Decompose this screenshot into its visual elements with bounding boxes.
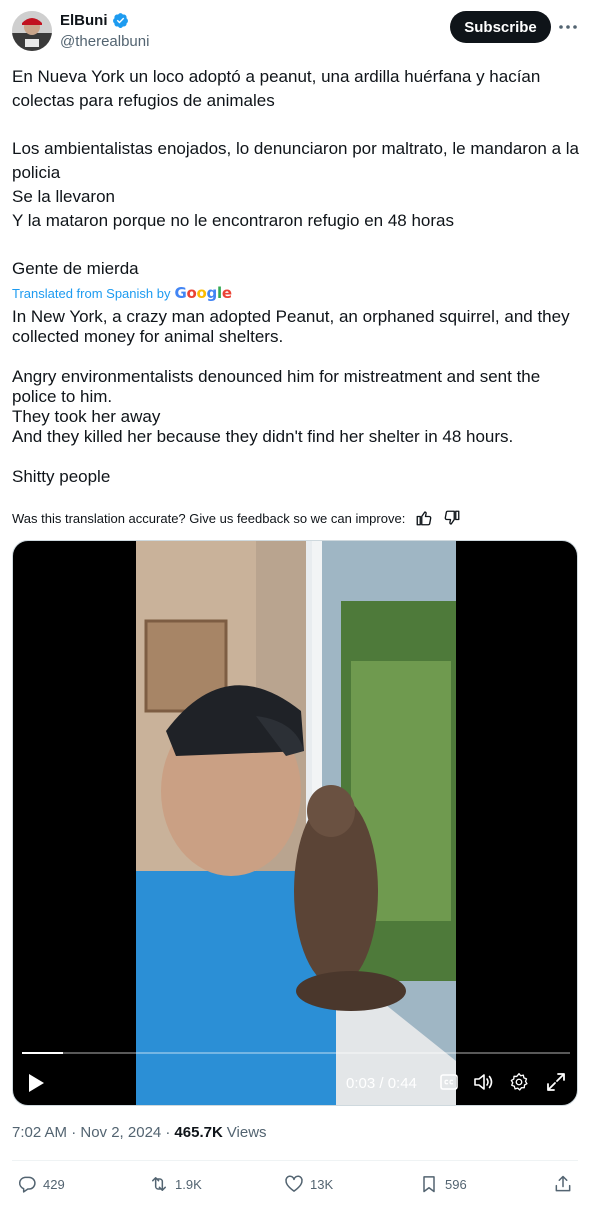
like-count: 13K bbox=[310, 1176, 334, 1192]
google-logo: Google bbox=[174, 284, 232, 302]
play-icon[interactable] bbox=[27, 1073, 45, 1093]
views-count: 465.7K bbox=[174, 1124, 223, 1141]
subscribe-button[interactable]: Subscribe bbox=[450, 11, 551, 43]
tweet-line: Se la llevaron bbox=[12, 187, 116, 206]
translation-text: In New York, a crazy man adopted Peanut,… bbox=[12, 307, 579, 487]
fullscreen-icon[interactable] bbox=[546, 1072, 566, 1092]
video-frame bbox=[136, 541, 456, 1105]
like-button[interactable]: 13K bbox=[284, 1174, 333, 1194]
timestamp[interactable]: 7:02 AM · Nov 2, 2024 · bbox=[12, 1124, 170, 1141]
video-progress-fill bbox=[22, 1052, 64, 1054]
translation-line: In New York, a crazy man adopted Peanut,… bbox=[12, 307, 570, 346]
author-handle[interactable]: @therealbuni bbox=[60, 33, 149, 50]
views-label: Views bbox=[226, 1124, 267, 1141]
bookmark-button[interactable]: 596 bbox=[419, 1174, 467, 1194]
video-time: 0:03 / 0:44 bbox=[346, 1075, 417, 1092]
translation-line: And they killed her because they didn't … bbox=[12, 427, 514, 446]
repost-icon bbox=[152, 1177, 166, 1191]
video-progress-bar[interactable] bbox=[22, 1052, 570, 1054]
tweet-line: Y la mataron porque no le encontraron re… bbox=[12, 211, 454, 230]
author-name-row[interactable]: ElBuni bbox=[60, 12, 129, 29]
translated-label: Translated from Spanish by bbox=[12, 285, 171, 301]
repost-count: 1.9K bbox=[175, 1176, 202, 1192]
tweet-header: ElBuni @therealbuni Subscribe bbox=[12, 10, 579, 54]
translation-feedback: Was this translation accurate? Give us f… bbox=[12, 509, 461, 527]
avatar[interactable] bbox=[12, 11, 52, 51]
thumbs-up-icon[interactable] bbox=[415, 509, 433, 527]
bookmark-count: 596 bbox=[445, 1176, 467, 1192]
volume-icon[interactable] bbox=[473, 1072, 495, 1092]
share-button[interactable] bbox=[553, 1174, 579, 1194]
thumbs-down-icon[interactable] bbox=[443, 509, 461, 527]
tweet-line: Gente de mierda bbox=[12, 259, 139, 278]
bookmark-icon bbox=[423, 1176, 435, 1193]
settings-gear-icon[interactable] bbox=[509, 1072, 529, 1092]
translated-by: Translated from Spanish by Google bbox=[12, 284, 232, 302]
repost-button[interactable]: 1.9K bbox=[149, 1174, 202, 1194]
feedback-text: Was this translation accurate? Give us f… bbox=[12, 510, 406, 526]
translation-line: They took her away bbox=[12, 407, 161, 426]
heart-icon bbox=[285, 1175, 303, 1192]
reply-button[interactable]: 429 bbox=[17, 1174, 65, 1194]
video-player[interactable]: 0:03 / 0:44 bbox=[12, 540, 578, 1106]
captions-icon[interactable] bbox=[440, 1074, 458, 1090]
divider bbox=[12, 1160, 578, 1161]
author-name[interactable]: ElBuni bbox=[60, 12, 108, 29]
tweet-meta: 7:02 AM · Nov 2, 2024 · 465.7K Views bbox=[12, 1124, 267, 1141]
translation-line: Angry environmentalists denounced him fo… bbox=[12, 367, 541, 406]
reply-count: 429 bbox=[43, 1176, 65, 1192]
tweet-line: En Nueva York un loco adoptó a peanut, u… bbox=[12, 67, 541, 110]
verified-badge-icon bbox=[112, 13, 128, 28]
reply-icon bbox=[18, 1176, 36, 1193]
share-icon bbox=[555, 1175, 571, 1192]
tweet-text: En Nueva York un loco adoptó a peanut, u… bbox=[12, 65, 579, 281]
translation-line: Shitty people bbox=[12, 467, 111, 486]
tweet-line: Los ambientalistas enojados, lo denuncia… bbox=[12, 139, 580, 182]
action-bar: 429 1.9K 13K 596 bbox=[0, 1170, 591, 1200]
more-options-icon[interactable] bbox=[557, 17, 579, 37]
